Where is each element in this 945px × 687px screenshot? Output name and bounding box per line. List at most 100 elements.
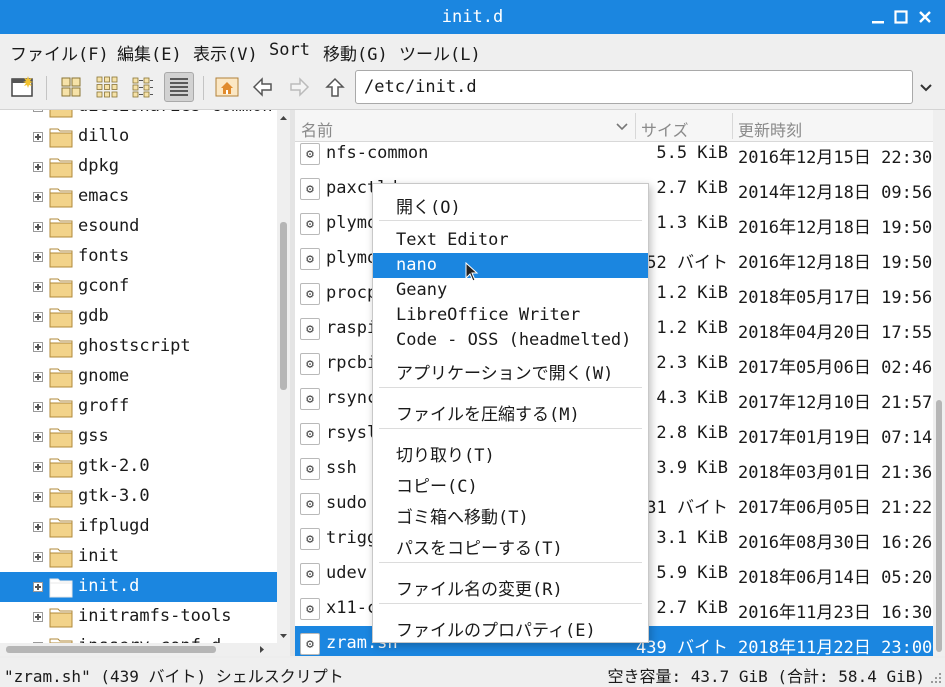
menu-item-libreoffice-writer[interactable]: LibreOffice Writer [373,303,648,328]
tree-item[interactable]: esound [0,212,277,242]
directory-tree[interactable]: dictionaries-common dillo dpkg emacs eso… [0,110,290,656]
expand-icon[interactable] [33,492,43,502]
menu-item-geany[interactable]: Geany [373,278,648,303]
menu-tools[interactable]: ツール(L) [399,40,481,65]
file-list-scrollbar[interactable] [933,110,945,656]
expand-icon[interactable] [33,110,43,112]
file-size: 3.1 KiB [656,528,728,548]
tree-item-label: gtk-3.0 [78,486,150,506]
maximize-button[interactable] [890,6,912,28]
menu-file[interactable]: ファイル(F) [10,40,109,65]
tree-item[interactable]: gtk-2.0 [0,452,277,482]
tree-item-label: gss [78,426,109,446]
tree-item[interactable]: fonts [0,242,277,272]
resize-grip-icon[interactable] [930,672,942,684]
home-button[interactable] [212,72,242,102]
sidebar-horizontal-scrollbar[interactable] [0,643,277,656]
back-button[interactable] [248,72,278,102]
tree-item[interactable]: gnome [0,362,277,392]
tree-item[interactable]: ghostscript [0,332,277,362]
forward-button[interactable] [284,72,314,102]
tree-item[interactable]: emacs [0,182,277,212]
menu-item-open-with[interactable]: アプリケーションで開く(W) [373,357,648,384]
expand-icon[interactable] [33,552,43,562]
tree-item[interactable]: ifplugd [0,512,277,542]
compact-view-button[interactable] [128,72,158,102]
scroll-down-icon[interactable] [277,630,290,642]
detail-view-button[interactable] [164,72,194,102]
expand-icon[interactable] [33,432,43,442]
thumbnail-view-button[interactable] [92,72,122,102]
menu-item-properties[interactable]: ファイルのプロパティ(E) [373,614,648,641]
menu-item-open[interactable]: 開く(O) [373,191,648,218]
list-view-icon [170,78,188,96]
scrollbar-thumb[interactable] [6,646,216,653]
menu-item-text-editor[interactable]: Text Editor [373,228,648,253]
file-date: 2018年03月01日 21:36 [738,463,933,483]
expand-icon[interactable] [33,132,43,142]
expand-icon[interactable] [33,162,43,172]
tree-item[interactable]: groff [0,392,277,422]
tree-item[interactable]: gss [0,422,277,452]
file-row[interactable]: ⚙ nfs-common 5.5 KiB 2016年12月15日 22:30 [295,136,933,171]
menu-item-copy-path[interactable]: パスをコピーする(T) [373,532,648,559]
tree-item[interactable]: dictionaries-common [0,110,277,122]
menu-go[interactable]: 移動(G) [323,40,388,65]
path-history-dropdown[interactable] [916,78,936,98]
menu-item-copy[interactable]: コピー(C) [373,470,648,497]
tree-item[interactable]: gdb [0,302,277,332]
menu-view[interactable]: 表示(V) [193,40,258,65]
expand-icon[interactable] [33,192,43,202]
path-input[interactable]: /etc/init.d [355,70,913,104]
compact-view-icon [132,77,153,98]
tree-item[interactable]: init [0,542,277,572]
scroll-up-icon[interactable] [277,112,290,124]
back-arrow-icon [252,77,272,97]
menu-item-compress[interactable]: ファイルを圧縮する(M) [373,398,648,425]
menu-item-rename[interactable]: ファイル名の変更(R) [373,573,648,600]
expand-icon[interactable] [33,372,43,382]
expand-icon[interactable] [33,582,43,592]
menu-item-code-oss[interactable]: Code - OSS (headmelted) [373,328,648,353]
tree-item[interactable]: gtk-3.0 [0,482,277,512]
tree-item-label: gdb [78,306,109,326]
tree-item-label: init [78,546,119,566]
menu-edit[interactable]: 編集(E) [117,40,182,65]
tree-item-selected[interactable]: init.d [0,572,277,602]
scroll-right-icon[interactable] [256,643,268,656]
menu-item-nano[interactable]: nano [373,253,648,278]
scrollbar-thumb[interactable] [936,400,942,652]
tree-item[interactable]: gconf [0,272,277,302]
file-date: 2016年12月15日 22:30 [738,148,933,168]
menu-item-cut[interactable]: 切り取り(T) [373,439,648,466]
tree-item[interactable]: dpkg [0,152,277,182]
tree-item[interactable]: dillo [0,122,277,152]
menu-item-trash[interactable]: ゴミ箱へ移動(T) [373,501,648,528]
expand-icon[interactable] [33,342,43,352]
new-tab-button[interactable] [8,72,38,102]
folder-icon [49,608,73,628]
up-button[interactable] [320,72,350,102]
sidebar-vertical-scrollbar[interactable] [277,110,290,656]
scrollbar-thumb[interactable] [280,222,287,390]
expand-icon[interactable] [33,222,43,232]
tree-item[interactable]: initramfs-tools [0,602,277,632]
menu-sort[interactable]: Sort [269,40,310,60]
sort-desc-icon[interactable] [615,120,629,134]
expand-icon[interactable] [33,252,43,262]
title-bar[interactable]: init.d [0,0,945,34]
file-name: rsync [326,388,378,408]
file-date: 2018年11月22日 23:00 [738,638,933,656]
close-button[interactable] [914,6,936,28]
expand-icon[interactable] [33,402,43,412]
minimize-button[interactable] [867,6,889,28]
status-file-info: "zram.sh" (439 バイト) シェルスクリプト [4,667,344,686]
icon-view-button[interactable] [56,72,86,102]
expand-icon[interactable] [33,522,43,532]
expand-icon[interactable] [33,282,43,292]
expand-icon[interactable] [33,312,43,322]
expand-icon[interactable] [33,612,43,622]
expand-icon[interactable] [33,462,43,472]
folder-icon [49,158,73,178]
close-icon [919,11,931,23]
